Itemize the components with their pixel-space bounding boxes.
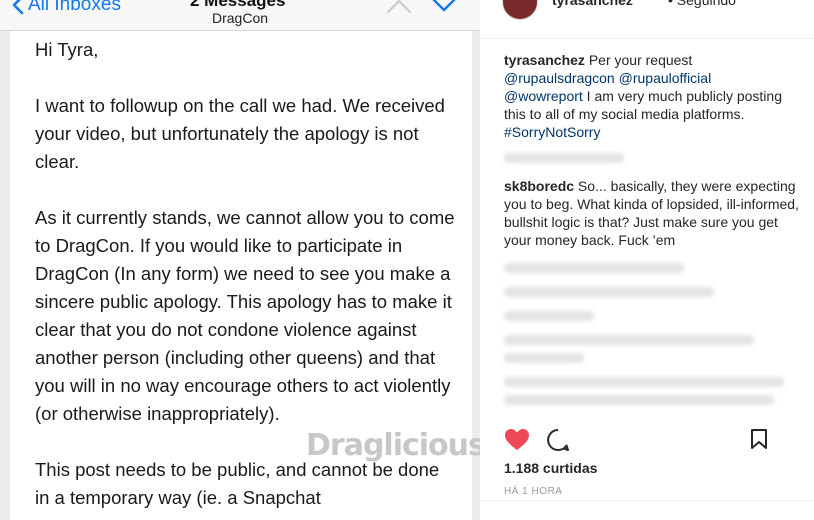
- paragraph: This post needs to be public, and cannot…: [35, 459, 440, 508]
- comment: sk8boredc So... basically, they were exp…: [504, 177, 804, 249]
- caption-text: Per your request: [584, 52, 693, 68]
- follow-status: • Seguindo: [668, 0, 736, 8]
- blurred-comment: [504, 335, 754, 345]
- post-actions: [504, 428, 804, 452]
- paragraph: As it currently stands, we cannot allow …: [35, 207, 455, 424]
- bookmark-icon[interactable]: [750, 428, 768, 450]
- caption-username[interactable]: tyrasanchez: [504, 52, 585, 68]
- thread-sender: DragCon: [212, 10, 269, 26]
- back-label: All Inboxes: [28, 0, 121, 15]
- post-author[interactable]: tyrasanchez: [552, 0, 633, 8]
- instagram-panel: tyrasanchez • Seguindo tyrasanchez Per y…: [480, 0, 814, 520]
- hashtag-link[interactable]: #SorryNotSorry: [504, 124, 600, 140]
- greeting: Hi Tyra,: [35, 39, 99, 60]
- mention-link[interactable]: @wowreport: [504, 88, 583, 104]
- like-count[interactable]: 1.188 curtidas: [504, 460, 597, 476]
- blurred-meta: [504, 153, 624, 163]
- next-message-icon[interactable]: [430, 0, 458, 14]
- mail-panel: All Inboxes 2 Messages DragCon Hi Tyra, …: [0, 0, 480, 520]
- draglicious-watermark: Draglicious: [306, 428, 480, 463]
- blurred-comment: [504, 377, 784, 387]
- comment-icon[interactable]: [546, 428, 570, 452]
- avatar[interactable]: [502, 0, 538, 20]
- blurred-comment: [504, 353, 584, 363]
- chevron-left-icon: [12, 0, 24, 15]
- blurred-comments: [504, 263, 804, 405]
- previous-message-icon[interactable]: [386, 0, 412, 14]
- comments-list: tyrasanchez Per your request @rupaulsdra…: [504, 51, 804, 405]
- post-timestamp: HÁ 1 HORA: [504, 486, 563, 497]
- heart-icon[interactable]: [504, 428, 530, 452]
- caption: tyrasanchez Per your request @rupaulsdra…: [504, 51, 804, 141]
- post-header: tyrasanchez • Seguindo: [480, 0, 814, 39]
- divider: [480, 500, 814, 501]
- mail-nav-bar: All Inboxes 2 Messages DragCon: [0, 0, 480, 31]
- mention-link[interactable]: @rupaulsdragcon: [504, 70, 615, 86]
- blurred-comment: [504, 263, 684, 273]
- back-to-inboxes-button[interactable]: All Inboxes: [12, 0, 121, 16]
- mention-link[interactable]: @rupaulofficial: [615, 70, 712, 86]
- blurred-comment: [504, 311, 594, 321]
- blurred-comment: [504, 287, 714, 297]
- blurred-comment: [504, 395, 774, 405]
- comment-username[interactable]: sk8boredc: [504, 178, 574, 194]
- paragraph: I want to followup on the call we had. W…: [35, 95, 445, 172]
